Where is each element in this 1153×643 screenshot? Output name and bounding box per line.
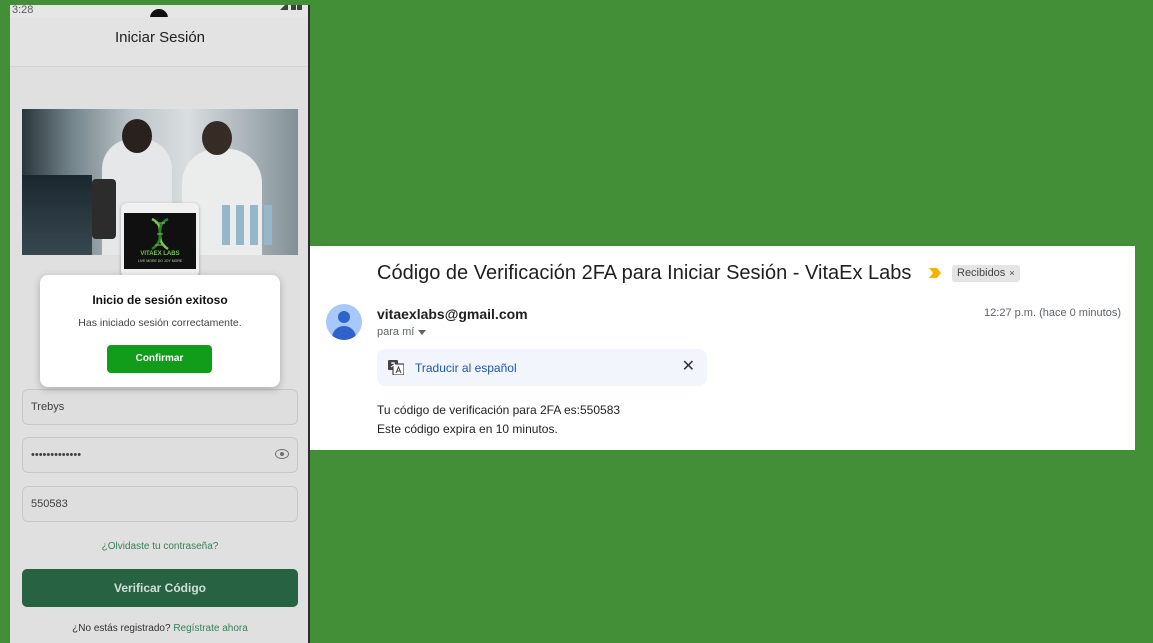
inbox-label: Recibidos [957, 267, 1006, 279]
inbox-label-chip[interactable]: Recibidos × [952, 265, 1020, 282]
remove-label-icon[interactable]: × [1009, 268, 1014, 278]
confirm-button[interactable]: Confirmar [107, 345, 212, 373]
translate-icon [388, 360, 404, 375]
translate-link[interactable]: Traducir al español [415, 361, 517, 375]
email-timestamp: 12:27 p.m. (hace 0 minutos) [984, 307, 1121, 319]
close-icon[interactable]: ✕ [682, 358, 695, 376]
sender-avatar[interactable] [326, 304, 362, 340]
importance-marker-icon[interactable] [929, 268, 941, 278]
chevron-down-icon[interactable] [418, 329, 427, 335]
translate-bar: Traducir al español ✕ [377, 349, 707, 386]
recipient-details[interactable]: para mí [377, 326, 427, 338]
sender-address[interactable]: vitaexlabs@gmail.com [377, 306, 528, 322]
dialog-title: Inicio de sesión exitoso [92, 293, 228, 307]
phone-screen: 3:28 Iniciar Sesión VITAEX LABS LIVE MOR… [10, 5, 310, 643]
success-dialog: Inicio de sesión exitoso Has iniciado se… [40, 275, 280, 387]
recipient-label: para mí [377, 326, 415, 338]
email-body-line1: Tu código de verificación para 2FA es:55… [377, 403, 621, 417]
email-body-line2: Este código expira en 10 minutos. [377, 422, 558, 436]
email-message: Código de Verificación 2FA para Iniciar … [310, 246, 1135, 450]
email-subject: Código de Verificación 2FA para Iniciar … [377, 262, 912, 284]
dialog-message: Has iniciado sesión correctamente. [78, 317, 242, 329]
